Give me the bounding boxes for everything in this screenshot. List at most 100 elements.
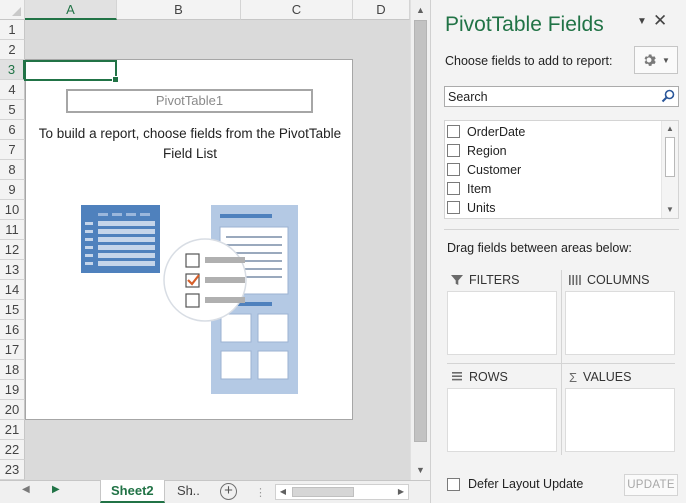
pivot-table-name: PivotTable1 — [66, 89, 313, 113]
rows-area-label: ROWS — [469, 370, 508, 384]
row-header-19[interactable]: 19 — [0, 380, 25, 400]
row-header-1[interactable]: 1 — [0, 20, 25, 40]
field-scroll-thumb[interactable] — [665, 137, 675, 177]
pane-title: PivotTable Fields — [445, 13, 604, 36]
sheet-tab-sheet2[interactable]: Sheet2 — [100, 480, 165, 503]
field-label: OrderDate — [467, 124, 526, 139]
sheet-vertical-scrollbar[interactable]: ▲ ▼ — [410, 0, 430, 480]
row-header-10[interactable]: 10 — [0, 200, 25, 220]
values-area-label: VALUES — [583, 370, 632, 384]
row-header-15[interactable]: 15 — [0, 300, 25, 320]
row-header-13[interactable]: 13 — [0, 260, 25, 280]
field-checkbox-item[interactable] — [447, 182, 460, 195]
more-sheets-button[interactable]: ... — [185, 480, 204, 503]
choose-fields-label: Choose fields to add to report: — [445, 54, 613, 68]
row-header-3[interactable]: 3 — [0, 60, 25, 80]
field-scroll-up-icon[interactable]: ▲ — [662, 122, 678, 136]
scroll-right-icon[interactable]: ▶ — [394, 485, 408, 499]
field-checkbox-orderdate[interactable] — [447, 125, 460, 138]
row-header-14[interactable]: 14 — [0, 280, 25, 300]
field-checkbox-units[interactable] — [447, 201, 460, 214]
row-header-21[interactable]: 21 — [0, 420, 25, 440]
area-divider-vertical — [561, 270, 562, 455]
row-header-16[interactable]: 16 — [0, 320, 25, 340]
rows-drop-area[interactable] — [447, 388, 557, 452]
field-list-tools-button[interactable]: ▼ — [634, 46, 678, 74]
row-header-2[interactable]: 2 — [0, 40, 25, 60]
scroll-down-icon[interactable]: ▼ — [411, 461, 430, 479]
field-item-orderdate[interactable]: OrderDate — [447, 122, 525, 141]
row-header-12[interactable]: 12 — [0, 240, 25, 260]
sheet-horizontal-scrollbar[interactable]: ◀ ▶ — [275, 484, 409, 500]
columns-drop-area[interactable] — [565, 291, 675, 355]
field-label: Units — [467, 200, 496, 215]
column-header-b[interactable]: B — [117, 0, 241, 20]
field-item-units[interactable]: Units — [447, 198, 495, 217]
column-header-c[interactable]: C — [241, 0, 353, 20]
gear-icon — [644, 54, 656, 66]
tab-split-handle[interactable]: ⋮ — [255, 486, 266, 499]
scroll-left-icon[interactable]: ◀ — [276, 485, 290, 499]
tab-prev-icon[interactable]: ◀ — [22, 484, 30, 495]
horizontal-scroll-thumb[interactable] — [292, 487, 354, 497]
column-header-a[interactable]: A — [25, 0, 117, 20]
column-header-d[interactable]: D — [353, 0, 410, 20]
defer-layout-update-option[interactable]: Defer Layout Update — [447, 477, 583, 491]
sigma-icon: Σ — [569, 369, 578, 385]
field-item-customer[interactable]: Customer — [447, 160, 521, 179]
tools-chevron-down-icon: ▼ — [662, 55, 670, 65]
field-checkbox-customer[interactable] — [447, 163, 460, 176]
row-header-11[interactable]: 11 — [0, 220, 25, 240]
field-label: Customer — [467, 162, 522, 177]
update-button[interactable]: UPDATE — [624, 474, 678, 496]
field-search-input[interactable] — [445, 87, 655, 106]
filter-icon — [451, 274, 463, 286]
values-drop-area[interactable] — [565, 388, 675, 452]
close-icon[interactable]: ✕ — [653, 11, 667, 31]
row-header-22[interactable]: 22 — [0, 440, 25, 460]
field-list-scrollbar[interactable]: ▲ ▼ — [661, 121, 678, 218]
rows-icon — [451, 371, 463, 383]
row-header-7[interactable]: 7 — [0, 140, 25, 160]
sheet-scroll-thumb[interactable] — [414, 20, 427, 442]
field-checkbox-region[interactable] — [447, 144, 460, 157]
active-cell-a3[interactable] — [24, 60, 119, 83]
columns-icon — [569, 274, 581, 286]
tab-next-icon[interactable]: ▶ — [52, 484, 60, 495]
rows-area-header: ROWS — [451, 368, 508, 386]
row-header-8[interactable]: 8 — [0, 160, 25, 180]
field-item-region[interactable]: Region — [447, 141, 507, 160]
field-scroll-down-icon[interactable]: ▼ — [662, 203, 678, 217]
scroll-up-icon[interactable]: ▲ — [411, 1, 430, 19]
sheet-tab-bar: ◀ ▶ Sheet2 Sh ... + ⋮ ◀ ▶ — [0, 480, 430, 503]
columns-area-label: COLUMNS — [587, 273, 650, 287]
pivot-table-placeholder[interactable]: PivotTable1 To build a report, choose fi… — [25, 59, 353, 420]
pivot-illustration-icon — [81, 205, 298, 394]
field-item-item[interactable]: Item — [447, 179, 491, 198]
pivot-instructions: To build a report, choose fields from th… — [38, 126, 342, 161]
filters-drop-area[interactable] — [447, 291, 557, 355]
row-header-6[interactable]: 6 — [0, 120, 25, 140]
columns-area-header: COLUMNS — [569, 271, 650, 289]
row-header-9[interactable]: 9 — [0, 180, 25, 200]
field-label: Item — [467, 181, 492, 196]
select-all-corner[interactable] — [0, 0, 25, 20]
row-header-23[interactable]: 23 — [0, 460, 25, 480]
row-header-5[interactable]: 5 — [0, 100, 25, 120]
row-header-17[interactable]: 17 — [0, 340, 25, 360]
values-area-header: Σ VALUES — [569, 368, 631, 386]
field-list: OrderDate Region Customer Item Units ▲ ▼ — [444, 120, 679, 219]
field-label: Region — [467, 143, 507, 158]
row-header-20[interactable]: 20 — [0, 400, 25, 420]
row-header-18[interactable]: 18 — [0, 360, 25, 380]
add-sheet-button[interactable]: + — [220, 483, 237, 500]
drag-fields-label: Drag fields between areas below: — [447, 241, 632, 255]
pane-options-chevron-icon[interactable]: ▼ — [637, 16, 647, 27]
field-search-box[interactable] — [444, 86, 679, 107]
pivottable-fields-pane: PivotTable Fields ▼ ✕ Choose fields to a… — [430, 0, 686, 503]
defer-layout-checkbox[interactable] — [447, 477, 460, 491]
row-header-4[interactable]: 4 — [0, 80, 25, 100]
filters-area-label: FILTERS — [469, 273, 520, 287]
search-icon[interactable] — [661, 89, 675, 103]
spreadsheet-area: A B C D 1 2 3 4 5 6 7 8 9 10 11 12 13 14 15 16 17 18 19 20 2… — [0, 0, 430, 503]
